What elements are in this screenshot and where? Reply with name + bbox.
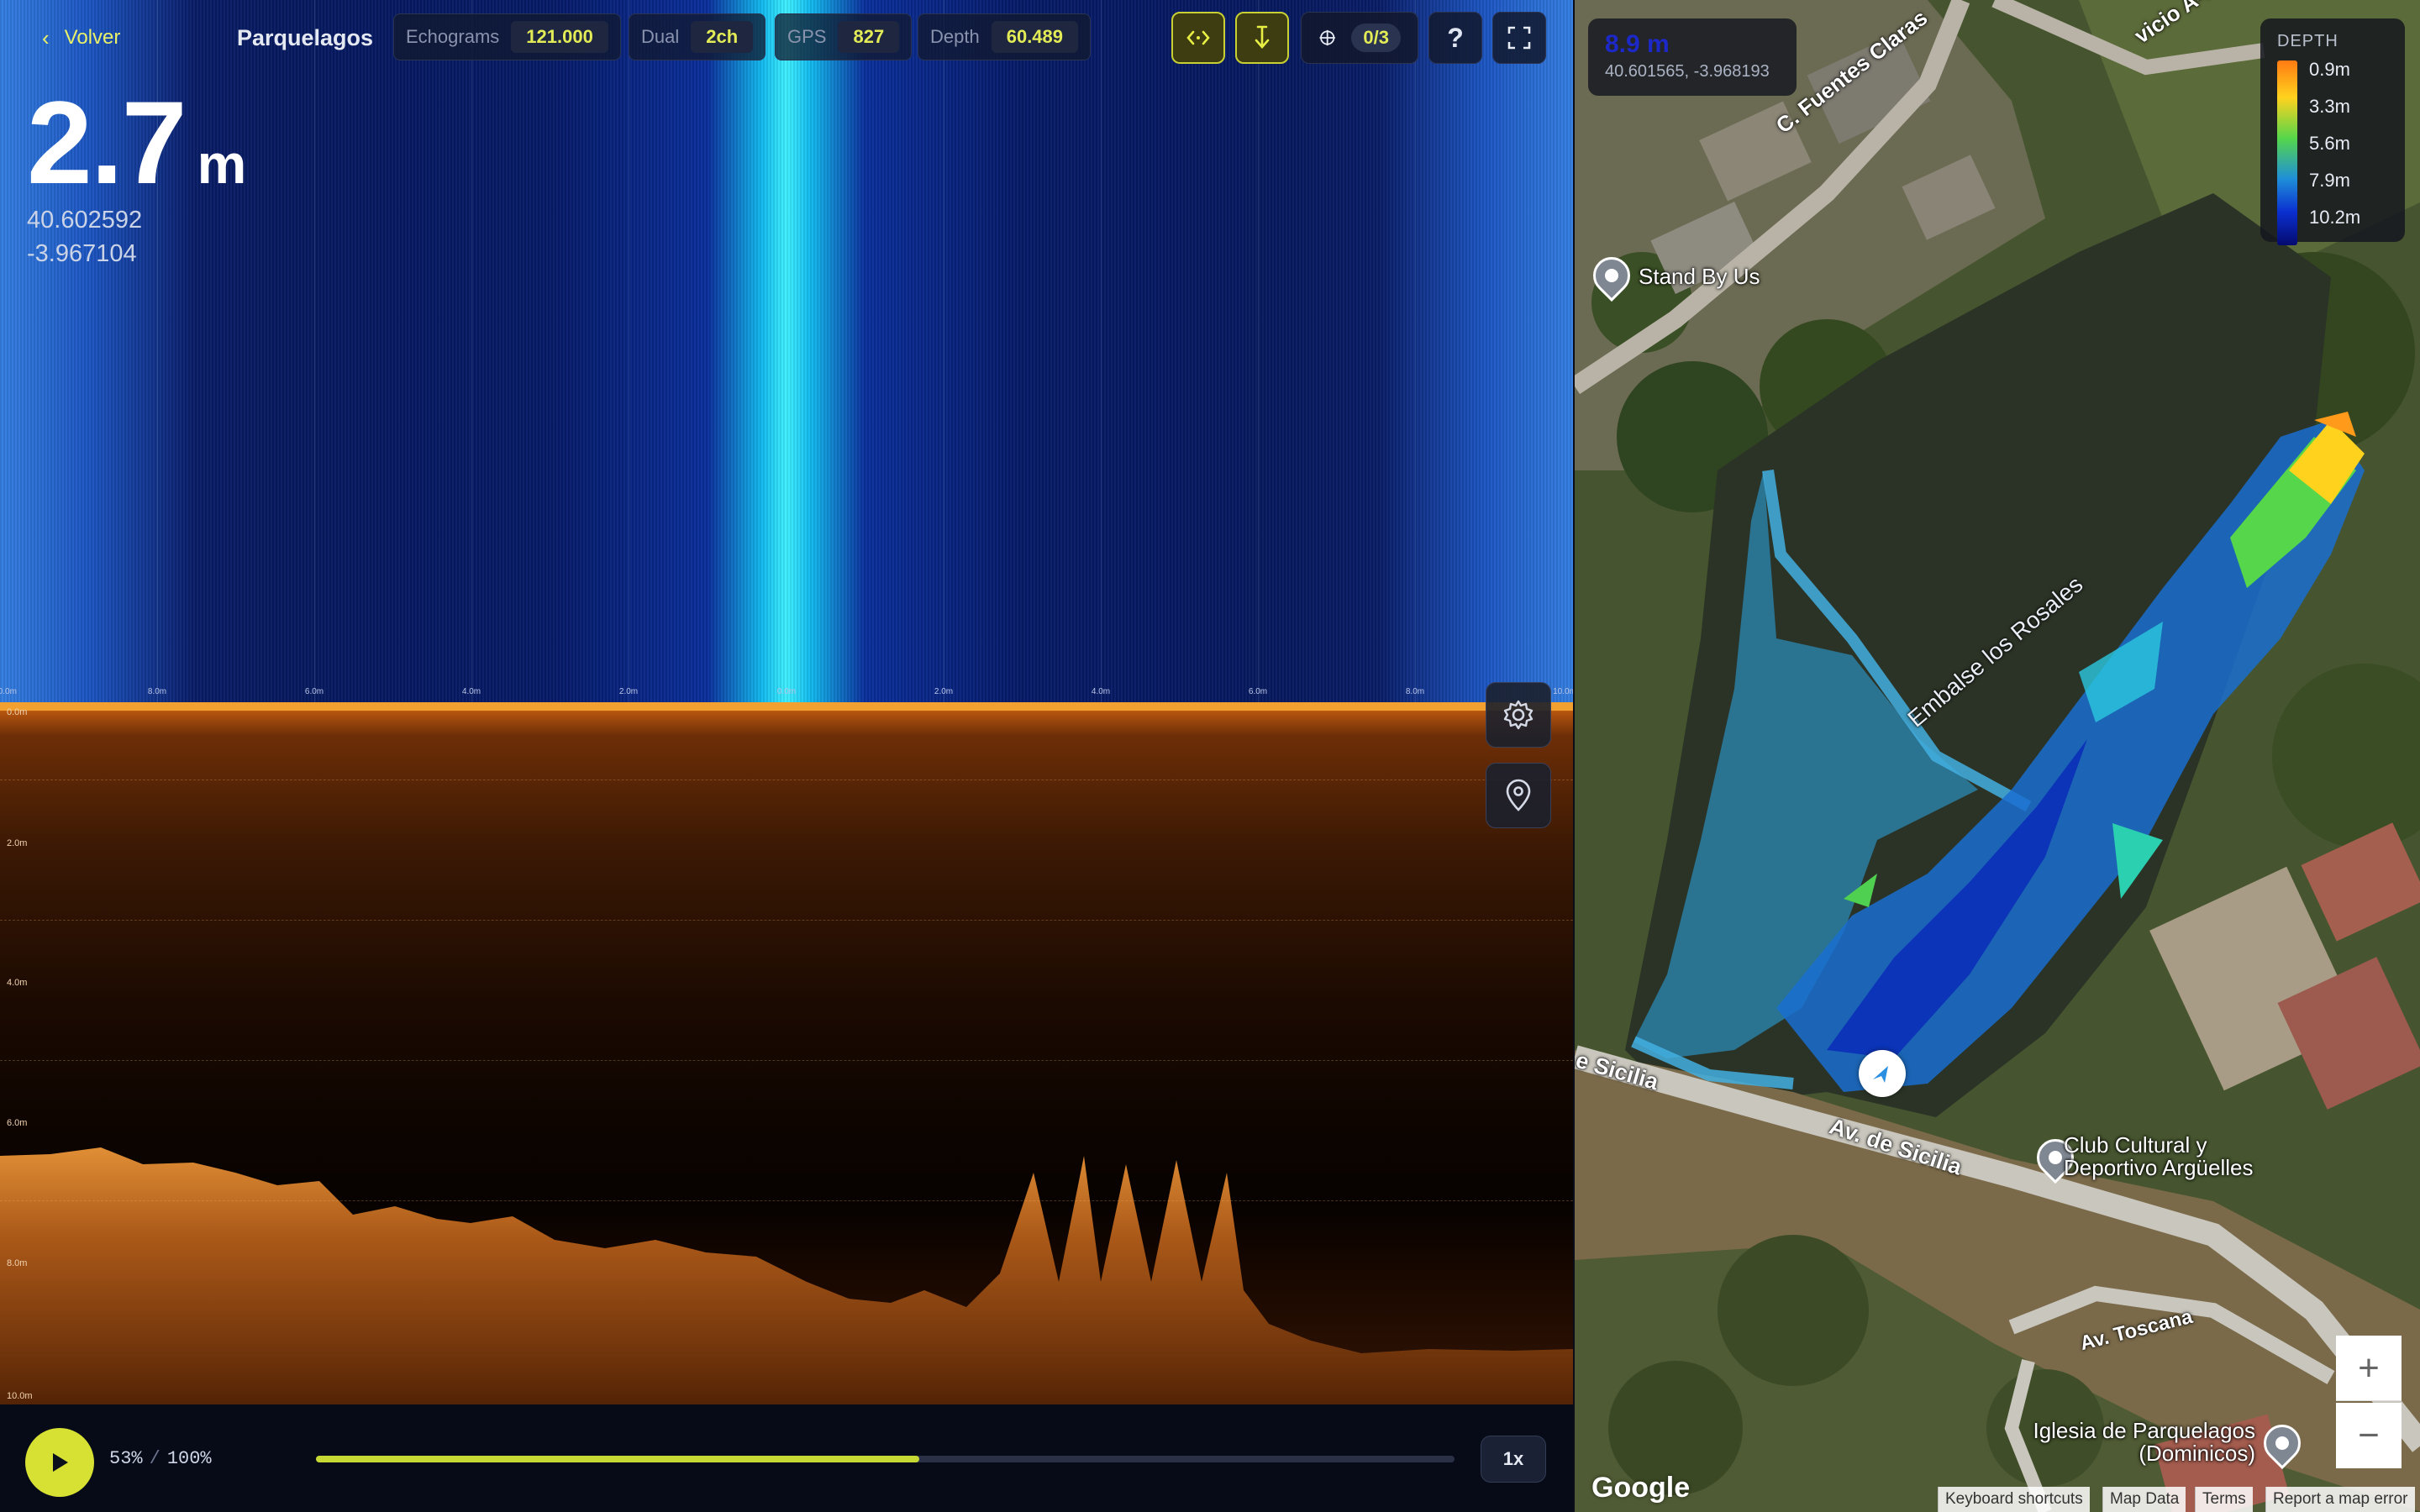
legend-value: 0.9m — [2309, 59, 2350, 80]
side-scan-tick: 10.0m — [0, 687, 17, 696]
side-scan-tick: 8.0m — [1405, 687, 1425, 696]
down-scan-tick: 10.0m — [7, 1391, 33, 1401]
help-button[interactable]: ? — [1428, 12, 1482, 64]
chevron-left-icon: ‹ — [42, 24, 50, 50]
side-scan-tick: 0.0m — [776, 687, 797, 696]
down-scan-tick: 6.0m — [7, 1118, 28, 1128]
poi-label[interactable]: Stand By Us — [1639, 265, 1760, 288]
depth-grid-line — [0, 1060, 1573, 1061]
stat-value: 60.489 — [991, 21, 1079, 53]
legend-value: 5.6m — [2309, 133, 2350, 154]
stat-value: 827 — [838, 21, 900, 53]
down-scan-tick: 0.0m — [7, 707, 28, 717]
playback-slider[interactable] — [316, 1456, 1455, 1462]
google-logo: Google — [1591, 1472, 1691, 1504]
fullscreen-button[interactable] — [1492, 12, 1546, 64]
depth-grid-line — [0, 920, 1573, 921]
location-button[interactable] — [1486, 763, 1551, 828]
separator: / — [149, 1448, 160, 1469]
grid-line — [314, 0, 315, 702]
map-panel[interactable]: C. Fuentes Claras vicio A-6 e Sicilia Av… — [1573, 0, 2420, 1512]
bottom-echo — [0, 1147, 1573, 1404]
stat-label: Echograms — [406, 26, 500, 47]
stat-label: Dual — [641, 26, 680, 47]
poi-label[interactable]: Club Cultural y Deportivo Argüelles — [2064, 1133, 2274, 1180]
legend-value: 10.2m — [2309, 207, 2361, 228]
grid-line — [1101, 0, 1102, 702]
current-depth: 2.7 m — [27, 84, 246, 202]
question-icon: ? — [1447, 22, 1464, 53]
side-scan-tick: 6.0m — [1248, 687, 1268, 696]
playback-slider-fill — [316, 1456, 920, 1462]
layers-selector[interactable]: 0/3 — [1301, 12, 1418, 64]
grid-line — [1258, 0, 1259, 702]
zoom-out-button[interactable]: − — [2336, 1403, 2402, 1468]
stat-gps: GPS 827 — [775, 13, 913, 60]
stat-echograms: Echograms 121.000 — [393, 13, 621, 60]
depth-unit: m — [197, 133, 247, 195]
stat-dual: Dual 2ch — [629, 13, 766, 60]
side-scan-tick: 6.0m — [304, 687, 324, 696]
longitude: -3.967104 — [27, 240, 137, 267]
poi-label[interactable]: Iglesia de Parquelagos (Dominicos) — [2020, 1419, 2255, 1466]
grid-line — [1415, 0, 1416, 702]
back-button[interactable]: ‹ Volver — [30, 17, 132, 59]
down-scan-tick: 8.0m — [7, 1258, 28, 1268]
arrow-down-icon — [1255, 25, 1270, 49]
down-scan-tick: 4.0m — [7, 978, 28, 988]
playback-speed-button[interactable]: 1x — [1481, 1436, 1546, 1483]
cursor-depth-box: 8.9 m 40.601565, -3.968193 — [1588, 18, 1797, 96]
sonar-panel: 10.0m 8.0m 6.0m 4.0m 2.0m 0.0m 2.0m 4.0m… — [0, 0, 1573, 1512]
legend-colorbar — [2277, 60, 2297, 245]
side-scan-tick: 8.0m — [147, 687, 167, 696]
cursor-coordinates: 40.601565, -3.968193 — [1605, 62, 1770, 81]
plus-icon: + — [2358, 1347, 2380, 1389]
minus-icon: − — [2358, 1415, 2380, 1456]
zoom-in-button[interactable]: + — [2336, 1336, 2402, 1401]
back-label: Volver — [64, 26, 121, 49]
grid-line — [471, 0, 472, 702]
depth-grid-line — [0, 1200, 1573, 1201]
report-map-error-link[interactable]: Report a map error — [2265, 1487, 2415, 1512]
side-scan-tick: 2.0m — [934, 687, 954, 696]
stat-depth: Depth 60.489 — [918, 13, 1092, 60]
crosshair-icon — [1319, 29, 1335, 46]
side-scan-tick: 4.0m — [1091, 687, 1111, 696]
settings-button[interactable] — [1486, 682, 1551, 748]
site-title: Parquelagos — [237, 24, 374, 50]
stat-label: GPS — [787, 26, 827, 47]
horizontal-sync-button[interactable] — [1171, 12, 1225, 64]
side-scan-tick: 4.0m — [461, 687, 481, 696]
playback-progress-text: 53% / 100% — [109, 1448, 212, 1469]
map-pin-icon — [1506, 779, 1531, 811]
play-icon — [53, 1453, 68, 1472]
side-scan-tick: 10.0m — [1553, 687, 1573, 696]
fullscreen-icon — [1507, 26, 1531, 50]
boat-position-marker — [1859, 1050, 1906, 1097]
side-scan-tick: 2.0m — [618, 687, 639, 696]
playback-total: 100% — [166, 1448, 212, 1469]
legend-value: 7.9m — [2309, 170, 2350, 191]
latitude: 40.602592 — [27, 207, 143, 234]
legend-title: DEPTH — [2277, 32, 2338, 50]
navigation-arrow-icon — [1873, 1066, 1888, 1083]
depth-value: 2.7 — [27, 76, 187, 208]
stat-label: Depth — [930, 26, 980, 47]
expand-horizontal-icon — [1186, 30, 1210, 45]
terms-link[interactable]: Terms — [2195, 1487, 2253, 1512]
keyboard-shortcuts-link[interactable]: Keyboard shortcuts — [1938, 1487, 2090, 1512]
stat-value: 2ch — [691, 21, 754, 53]
layers-count: 0/3 — [1351, 24, 1401, 52]
legend-value: 3.3m — [2309, 96, 2350, 117]
depth-legend: DEPTH 0.9m 3.3m 5.6m 7.9m 10.2m — [2260, 18, 2405, 245]
cursor-depth: 8.9 m — [1605, 30, 1670, 58]
down-scan-tick: 2.0m — [7, 838, 28, 848]
gear-icon — [1503, 700, 1534, 730]
play-button[interactable] — [25, 1428, 94, 1497]
map-data-link[interactable]: Map Data — [2102, 1487, 2186, 1512]
down-scan-view[interactable]: 0.0m 2.0m 4.0m 6.0m 8.0m 10.0m — [0, 702, 1573, 1404]
stat-value: 121.000 — [511, 21, 608, 53]
depth-lock-button[interactable] — [1235, 12, 1289, 64]
playback-current: 53% — [109, 1448, 143, 1469]
